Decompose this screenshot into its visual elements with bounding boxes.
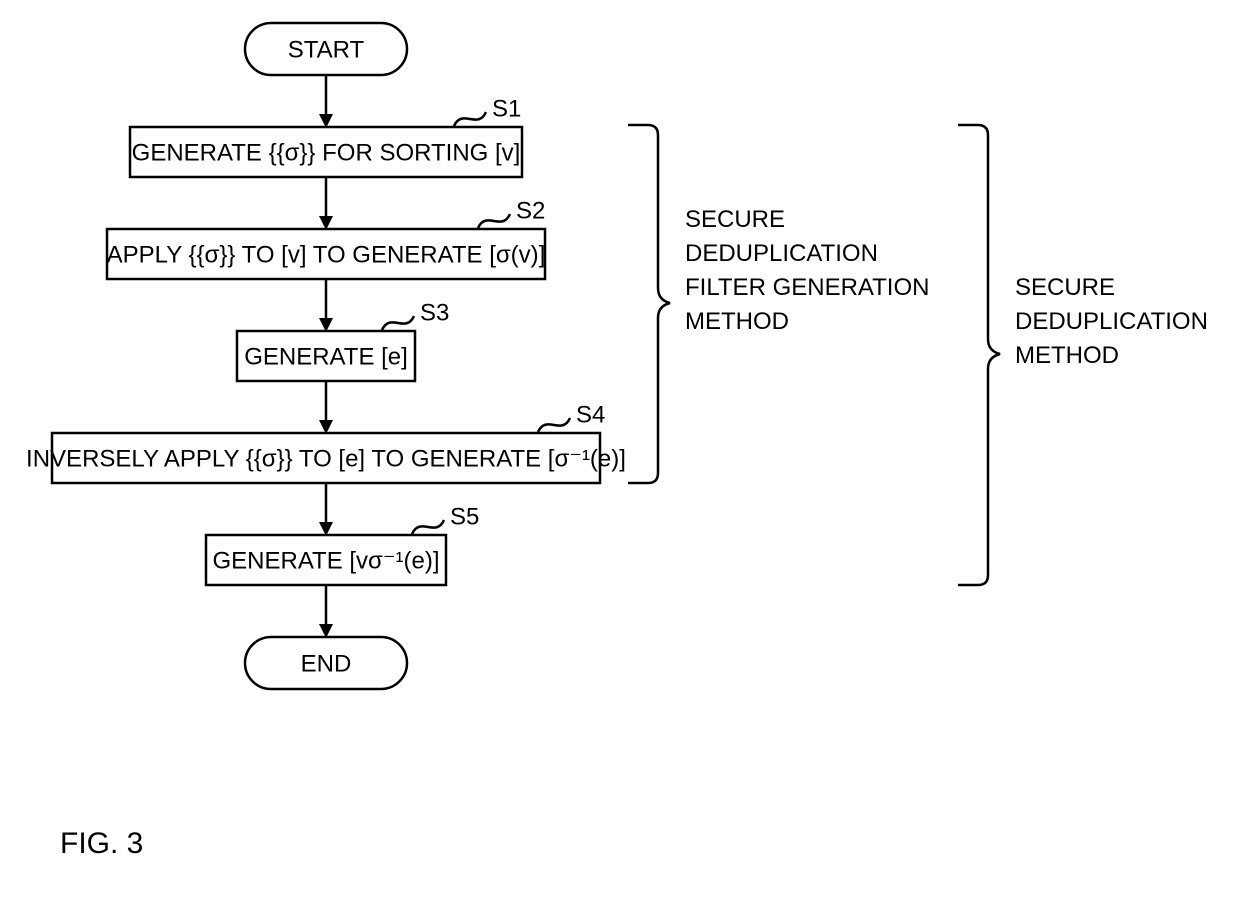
- step-s3: GENERATE [e] S3: [237, 299, 449, 381]
- step-s5: GENERATE [vσ⁻¹(e)] S5: [206, 503, 479, 585]
- bracket-inner: SECURE DEDUPLICATION FILTER GENERATION M…: [628, 125, 936, 483]
- step-s3-label: S3: [420, 299, 449, 326]
- step-s4-label: S4: [576, 401, 605, 428]
- figure-label: FIG. 3: [60, 827, 143, 860]
- step-s2-label: S2: [516, 197, 545, 224]
- bracket-outer: SECURE DEDUPLICATION METHOD: [958, 125, 1215, 585]
- step-s1-label: S1: [492, 95, 521, 122]
- step-s1-text: GENERATE {{σ}} FOR SORTING [v]: [132, 139, 521, 166]
- start-node: START: [245, 23, 407, 75]
- step-s2-text: APPLY {{σ}} TO [v] TO GENERATE [σ(v)]: [107, 241, 546, 268]
- end-node-label: END: [301, 650, 352, 677]
- flowchart-figure: START GENERATE {{σ}} FOR SORTING [v] S1 …: [0, 0, 1240, 909]
- bracket-inner-text: SECURE DEDUPLICATION FILTER GENERATION M…: [685, 206, 936, 335]
- bracket-outer-text: SECURE DEDUPLICATION METHOD: [1015, 274, 1215, 369]
- start-node-label: START: [288, 36, 365, 63]
- end-node: END: [245, 637, 407, 689]
- step-s4-text: INVERSELY APPLY {{σ}} TO [e] TO GENERATE…: [26, 445, 626, 472]
- step-s5-text: GENERATE [vσ⁻¹(e)]: [212, 547, 439, 574]
- step-s5-label: S5: [450, 503, 479, 530]
- step-s3-text: GENERATE [e]: [244, 343, 408, 370]
